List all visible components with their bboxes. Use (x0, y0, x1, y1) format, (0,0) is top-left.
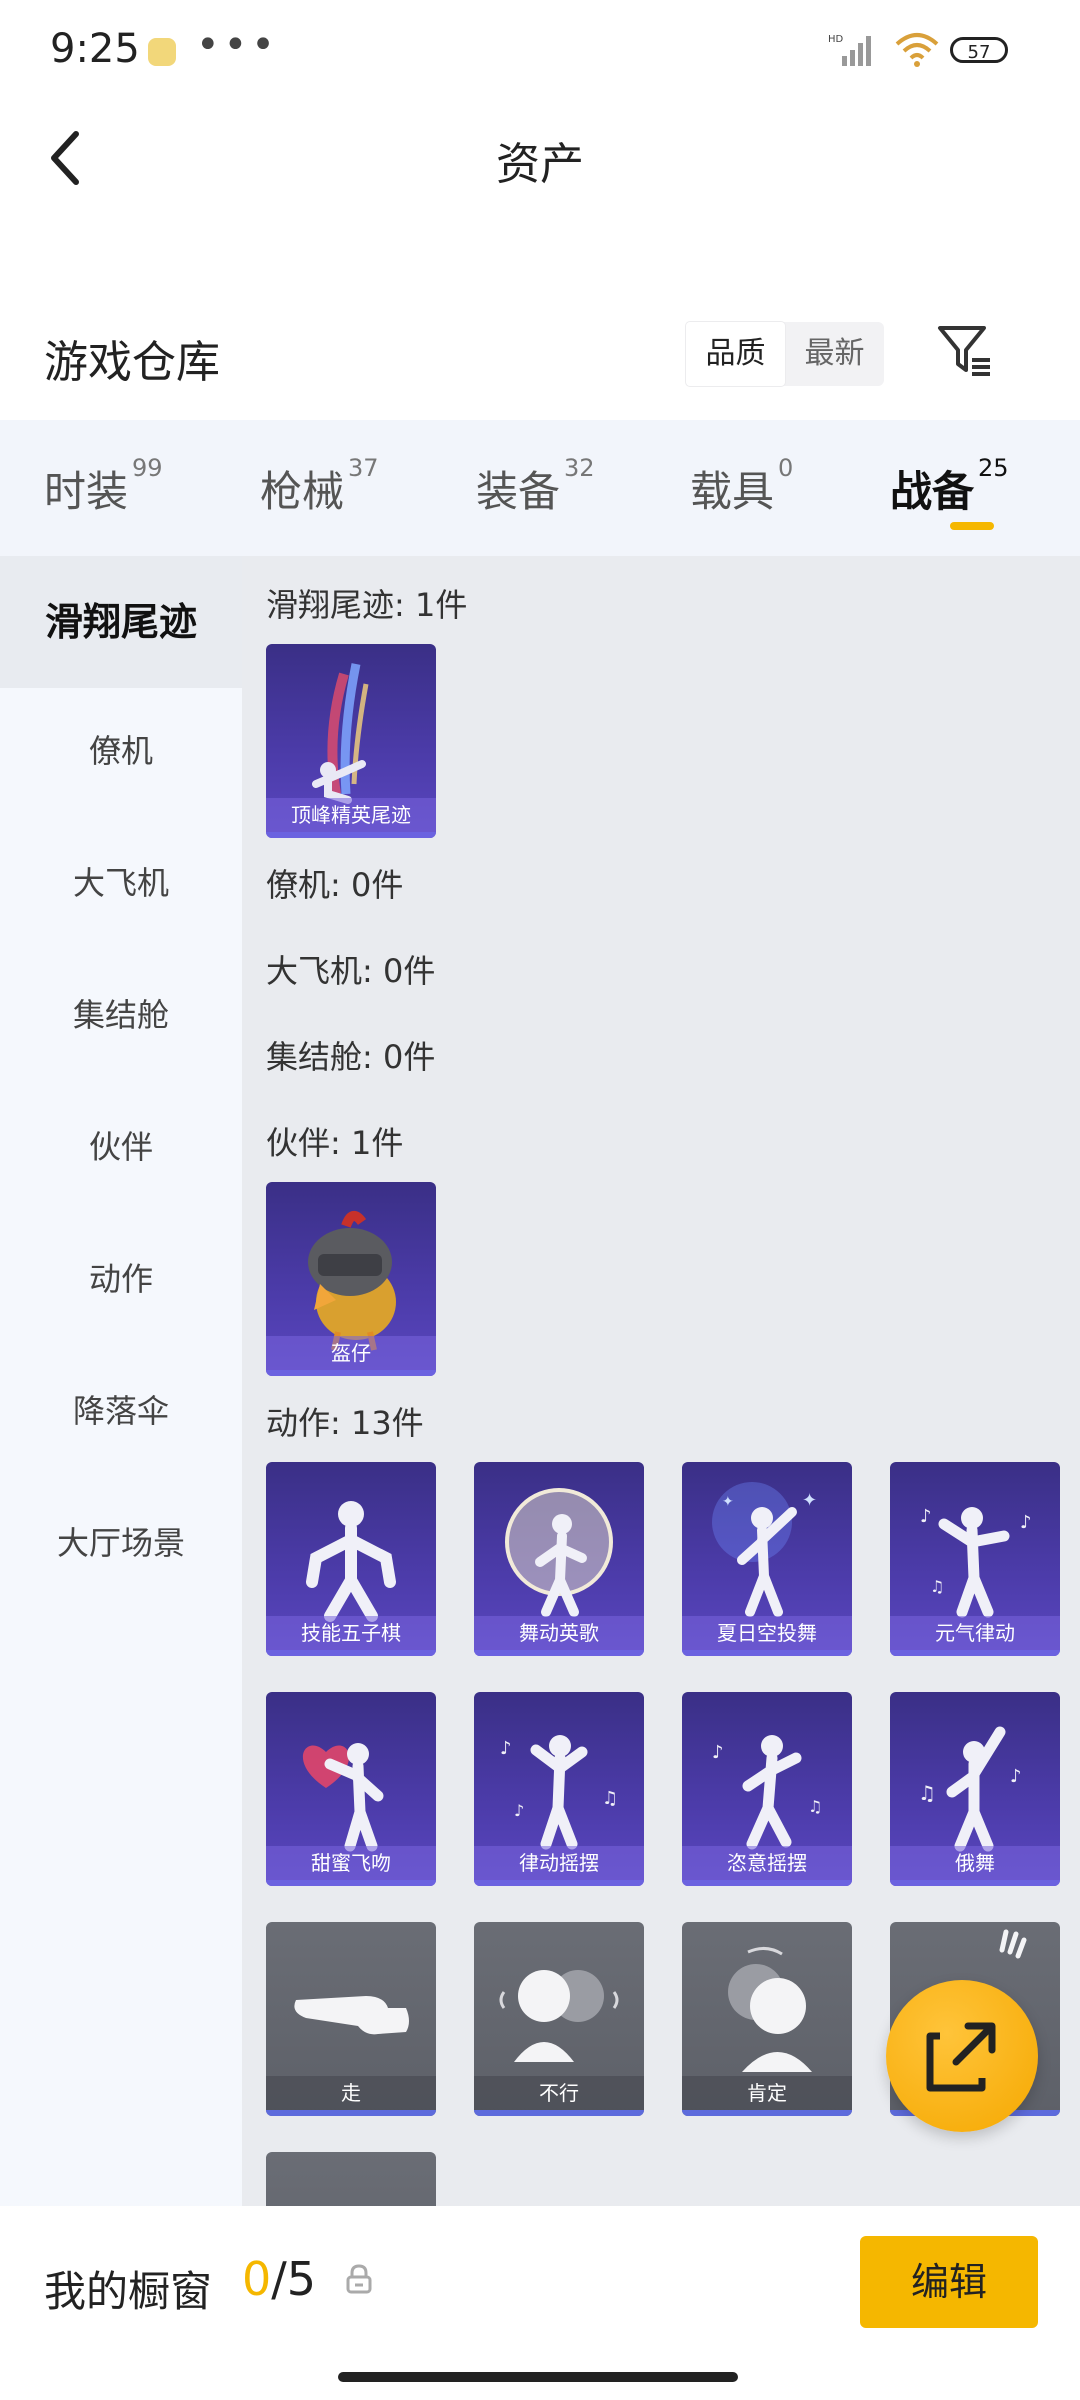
showcase-count-current: 0 (242, 2252, 272, 2306)
section-header-partner: 伙伴: 1件 (266, 1124, 404, 1162)
svg-text:♪: ♪ (1010, 1766, 1022, 1787)
notification-icon (148, 38, 176, 66)
tab-label: 装备 (476, 467, 561, 516)
section-header-plane: 大飞机: 0件 (266, 952, 436, 990)
item-card[interactable]: 技能五子棋 (266, 1462, 436, 1656)
item-list: 滑翔尾迹: 1件 顶峰精英尾迹 僚机: 0件 大飞机: 0件 集结舱: 0件 伙… (242, 556, 1080, 2206)
svg-text:✦: ✦ (722, 1494, 734, 1510)
item-card[interactable]: 舞动英歌 (474, 1462, 644, 1656)
section-header-emote: 动作: 13件 (266, 1404, 424, 1442)
sort-quality-button[interactable]: 品质 (686, 322, 785, 386)
category-tabs: 时装 99 枪械 37 装备 32 载具 0 战备 25 (0, 420, 1080, 556)
item-name: 甜蜜飞吻 (266, 1846, 436, 1880)
showcase-count: 0/5 (242, 2252, 316, 2306)
more-notifications-icon: ••• (196, 22, 279, 68)
item-name: 律动摇摆 (474, 1846, 644, 1880)
sidebar-item-lobby-scene[interactable]: 大厅场景 (0, 1518, 242, 1564)
section-header-pod: 集结舱: 0件 (266, 1038, 436, 1076)
sidebar-item-parachute[interactable]: 降落伞 (0, 1386, 242, 1432)
share-icon (926, 2022, 996, 2092)
sidebar-item-big-plane[interactable]: 大飞机 (0, 858, 242, 904)
tab-label: 枪械 (260, 467, 345, 516)
warehouse-title: 游戏仓库 (44, 337, 220, 388)
status-bar: 9:25 ••• HD 57 (0, 0, 1080, 100)
wifi-icon (895, 33, 939, 67)
tab-count: 0 (778, 454, 794, 482)
tab-combat-prep[interactable]: 战备 25 (890, 454, 1009, 519)
item-card[interactable]: 走 (266, 1922, 436, 2116)
item-name: 肯定 (682, 2076, 852, 2110)
svg-text:♫: ♫ (918, 1781, 936, 1805)
edit-button[interactable]: 编辑 (860, 2236, 1038, 2328)
page-title: 资产 (496, 139, 584, 190)
svg-text:♫: ♫ (930, 1577, 944, 1596)
item-name: 技能五子棋 (266, 1616, 436, 1650)
item-name: 元气律动 (890, 1616, 1060, 1650)
sidebar-item-pod[interactable]: 集结舱 (0, 990, 242, 1036)
item-card[interactable]: 顶峰精英尾迹 (266, 644, 436, 838)
section-header-glide: 滑翔尾迹: 1件 (266, 586, 468, 624)
sort-latest-button[interactable]: 最新 (785, 322, 884, 386)
svg-text:♪: ♪ (500, 1738, 512, 1759)
showcase-label: 我的橱窗 (44, 2267, 213, 2316)
network-type: HD (828, 34, 844, 45)
home-indicator[interactable] (338, 2372, 738, 2382)
tab-label: 载具 (690, 467, 775, 516)
item-card[interactable]: ♫ ♪ 俄舞 (890, 1692, 1060, 1886)
filter-icon[interactable] (936, 322, 992, 380)
item-card[interactable]: ♪ ♪ ♫ 元气律动 (890, 1462, 1060, 1656)
tab-count: 32 (564, 454, 595, 482)
active-tab-indicator (950, 522, 994, 530)
tab-label: 战备 (890, 467, 975, 516)
item-card[interactable]: ♪ ♫ 恣意摇摆 (682, 1692, 852, 1886)
tab-label: 时装 (44, 467, 129, 516)
tab-vehicles[interactable]: 载具 0 (690, 454, 793, 519)
item-name: 顶峰精英尾迹 (266, 798, 436, 832)
svg-text:♪: ♪ (514, 1801, 524, 1820)
item-card[interactable]: 不行 (474, 1922, 644, 2116)
tab-fashion[interactable]: 时装 99 (44, 454, 163, 519)
tab-count: 99 (132, 454, 163, 482)
item-name: 俄舞 (890, 1846, 1060, 1880)
sidebar-item-partner[interactable]: 伙伴 (0, 1122, 242, 1168)
sidebar-item-glide-trail[interactable]: 滑翔尾迹 (0, 556, 242, 688)
item-card[interactable]: 肯定 (682, 1922, 852, 2116)
sort-toggle: 品质 最新 (686, 322, 884, 386)
item-name: 舞动英歌 (474, 1616, 644, 1650)
svg-text:♪: ♪ (1020, 1512, 1032, 1533)
item-card[interactable] (266, 2152, 436, 2206)
sidebar-item-emote[interactable]: 动作 (0, 1254, 242, 1300)
tab-count: 37 (348, 454, 379, 482)
tab-guns[interactable]: 枪械 37 (260, 454, 379, 519)
item-card[interactable]: ♪ ♫ ♪ 律动摇摆 (474, 1692, 644, 1886)
item-card[interactable]: 甜蜜飞吻 (266, 1692, 436, 1886)
share-button[interactable] (886, 1980, 1038, 2132)
section-header-wingman: 僚机: 0件 (266, 866, 404, 904)
sidebar: 滑翔尾迹 僚机 大飞机 集结舱 伙伴 动作 降落伞 大厅场景 (0, 556, 242, 2206)
svg-text:♫: ♫ (602, 1788, 618, 1809)
tab-equipment[interactable]: 装备 32 (476, 454, 595, 519)
item-card[interactable]: 盔仔 (266, 1182, 436, 1376)
battery-icon: 57 (950, 37, 1008, 63)
svg-text:♫: ♫ (808, 1797, 822, 1816)
svg-text:♪: ♪ (712, 1742, 724, 1763)
item-card[interactable]: ✦ ✦ 夏日空投舞 (682, 1462, 852, 1656)
lock-icon (346, 2264, 372, 2294)
item-name: 走 (266, 2076, 436, 2110)
item-name: 盔仔 (266, 1336, 436, 1370)
tab-count: 25 (978, 454, 1009, 482)
status-time: 9:25 (50, 26, 140, 72)
item-name: 夏日空投舞 (682, 1616, 852, 1650)
sidebar-item-wingman[interactable]: 僚机 (0, 726, 242, 772)
showcase-count-total: /5 (271, 2252, 317, 2306)
signal-icon: HD (828, 34, 871, 66)
item-name: 恣意摇摆 (682, 1846, 852, 1880)
item-name: 不行 (474, 2076, 644, 2110)
svg-text:✦: ✦ (802, 1490, 817, 1511)
svg-text:♪: ♪ (920, 1506, 932, 1527)
